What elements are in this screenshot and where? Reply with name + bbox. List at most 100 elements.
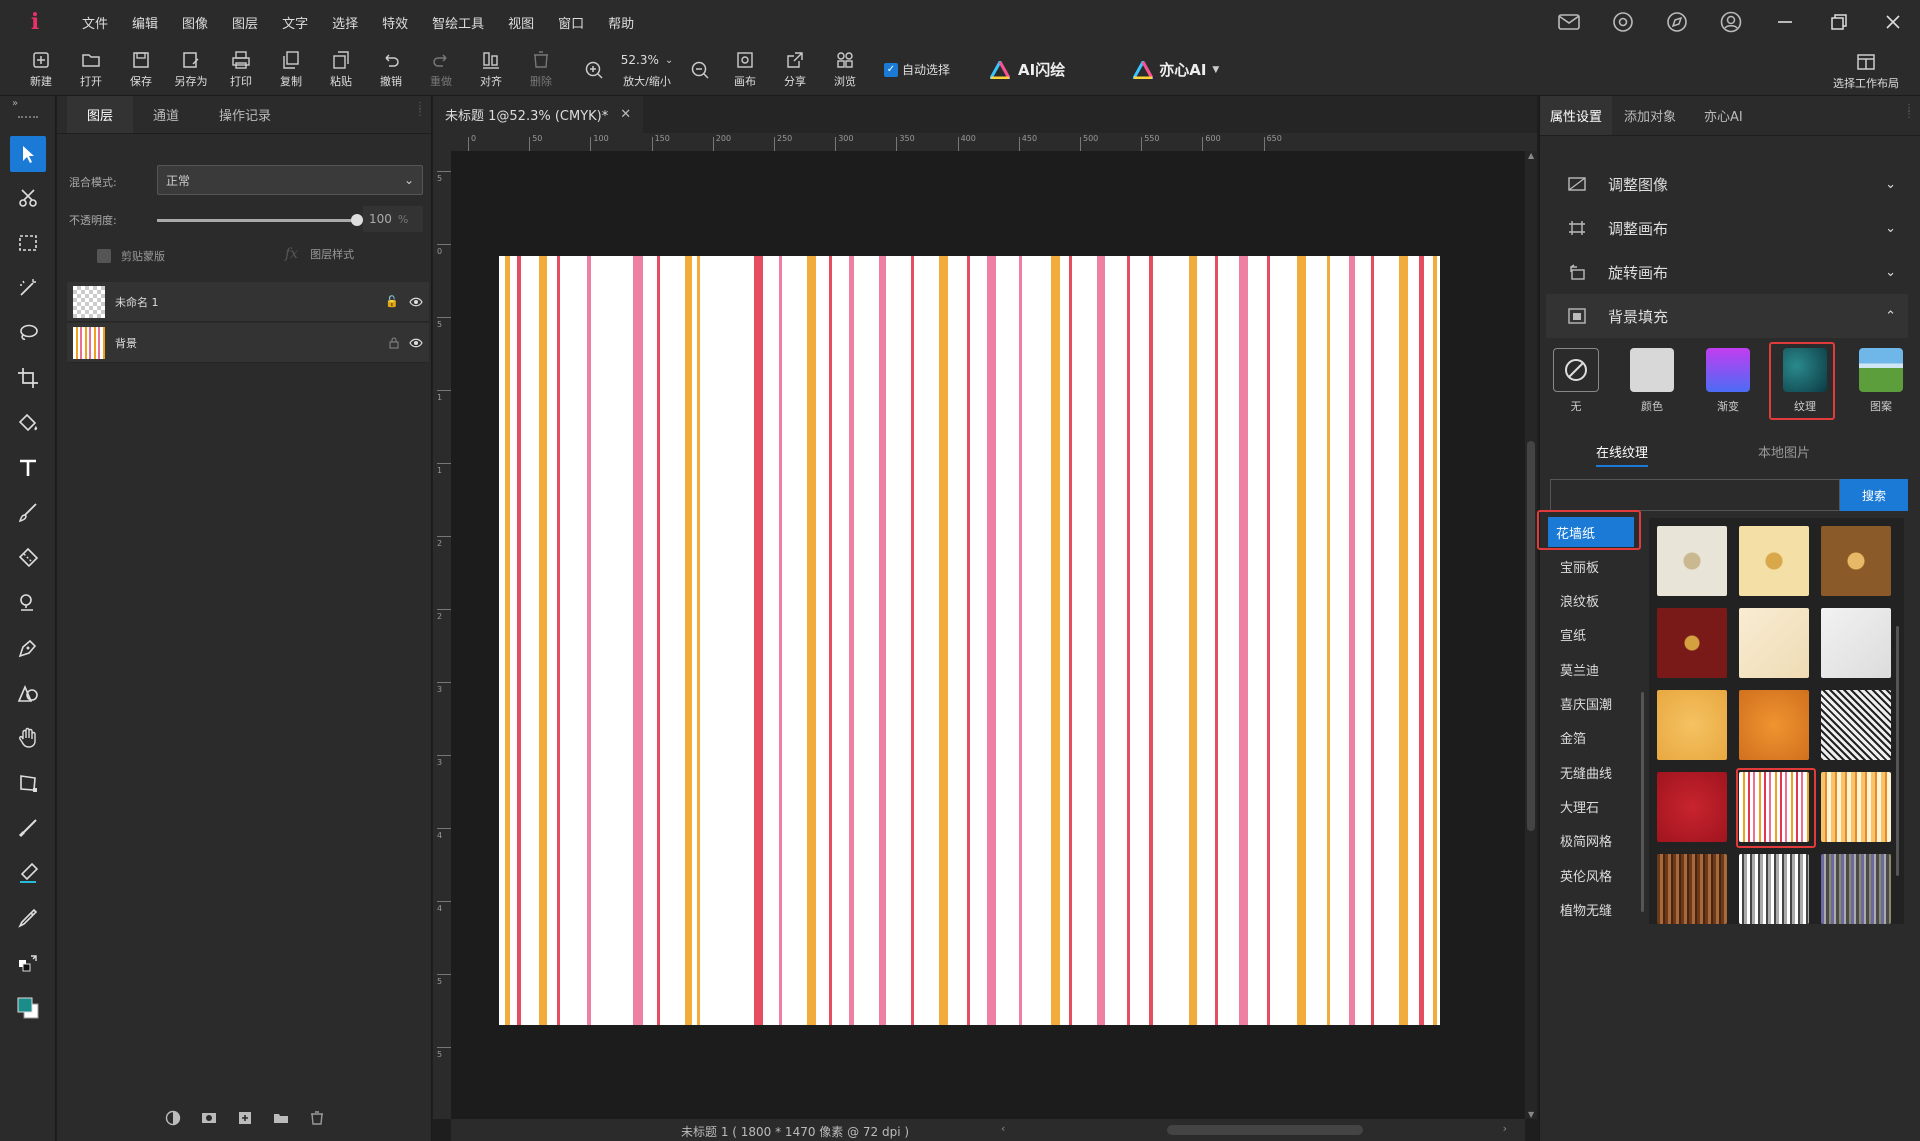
tab-layers[interactable]: 图层 (67, 96, 134, 133)
layer-row[interactable]: 未命名 1 🔓 (67, 282, 429, 322)
menu-item[interactable]: 帮助 (596, 13, 646, 32)
zoom-in-button[interactable] (574, 60, 614, 80)
zoom-out-button[interactable] (680, 60, 720, 80)
share-button[interactable]: 分享 (770, 50, 820, 89)
folder-icon[interactable] (273, 1110, 289, 1126)
align-button[interactable]: 对齐 (466, 50, 516, 89)
canvas-artwork[interactable] (499, 256, 1440, 1025)
delete-button[interactable]: 删除 (516, 50, 566, 89)
vertical-scrollbar[interactable]: ▲ ▼ (1525, 151, 1537, 1119)
paste-button[interactable]: 粘贴 (316, 50, 366, 89)
texture-thumbnail[interactable] (1739, 690, 1809, 760)
highlighter-tool-button[interactable] (10, 855, 46, 891)
horizontal-scrollbar-thumb[interactable] (1167, 1125, 1363, 1135)
fill-option-gradient[interactable]: 渐变 (1698, 348, 1758, 414)
vertical-scrollbar-thumb[interactable] (1527, 441, 1535, 831)
section-rotate-canvas[interactable]: 旋转画布 ⌄ (1546, 250, 1908, 294)
opacity-input[interactable]: 100 % (363, 206, 423, 232)
mail-icon[interactable] (1542, 14, 1596, 30)
section-adjust-canvas[interactable]: 调整画布 ⌄ (1546, 206, 1908, 250)
texture-category-item[interactable]: 宣纸 (1552, 620, 1642, 650)
texture-thumbnail[interactable] (1821, 854, 1891, 924)
fill-option-color[interactable]: 颜色 (1622, 348, 1682, 414)
scroll-left-icon[interactable]: ‹ (1001, 1122, 1005, 1135)
menu-item[interactable]: 视图 (496, 13, 546, 32)
fill-option-image[interactable]: 图案 (1851, 348, 1911, 414)
section-adjust-image[interactable]: 调整图像 ⌄ (1546, 162, 1908, 206)
scroll-right-icon[interactable]: › (1503, 1122, 1507, 1135)
new-button[interactable]: 新建 (16, 50, 66, 89)
texture-thumbnail[interactable] (1739, 608, 1809, 678)
redo-button[interactable]: 重做 (416, 50, 466, 89)
stamp-tool-button[interactable] (10, 585, 46, 621)
save-button[interactable]: 保存 (116, 50, 166, 89)
texture-thumbnail[interactable] (1821, 608, 1891, 678)
texture-category-item[interactable]: 大理石 (1552, 791, 1642, 821)
fill-option-none[interactable]: 无 (1546, 348, 1606, 414)
menu-item[interactable]: 文件 (70, 13, 120, 32)
text-tool-button[interactable] (10, 450, 46, 486)
section-background-fill[interactable]: 背景填充 ⌃ (1546, 294, 1908, 338)
print-button[interactable]: 打印 (216, 50, 266, 89)
shape-tool-button[interactable] (10, 675, 46, 711)
menu-item[interactable]: 智绘工具 (420, 13, 496, 32)
mask-icon[interactable] (201, 1110, 217, 1126)
eye-icon[interactable] (409, 338, 423, 348)
pen-tool-button[interactable] (10, 630, 46, 666)
menu-item[interactable]: 图像 (170, 13, 220, 32)
magic-wand-tool-button[interactable] (10, 270, 46, 306)
unlock-icon[interactable]: 🔓 (385, 295, 399, 308)
menu-item[interactable]: 编辑 (120, 13, 170, 32)
menu-item[interactable]: 特效 (370, 13, 420, 32)
subtab-local-image[interactable]: 本地图片 (1758, 442, 1810, 461)
swap-colors-button[interactable] (10, 945, 46, 981)
yixin-ai-button[interactable]: 亦心AI ▼ (1133, 59, 1219, 80)
lock-icon[interactable] (389, 337, 399, 349)
opacity-slider[interactable] (157, 214, 363, 226)
move-tool-button[interactable] (10, 136, 46, 172)
canvas-button[interactable]: 画布 (720, 50, 770, 89)
texture-category-item[interactable]: 极简网格 (1552, 826, 1642, 856)
crop-tool-button[interactable] (10, 360, 46, 396)
restore-icon[interactable] (1812, 13, 1866, 31)
marquee-tool-button[interactable] (10, 225, 46, 261)
settings-icon[interactable] (1596, 11, 1650, 33)
tab-yixin-ai[interactable]: 亦心AI (1688, 96, 1759, 135)
blend-mode-select[interactable]: 正常 ⌄ (157, 165, 423, 195)
close-icon[interactable] (1866, 13, 1920, 31)
layer-row[interactable]: 背景 (67, 323, 429, 363)
browse-button[interactable]: 浏览 (820, 50, 870, 89)
search-button[interactable]: 搜索 (1840, 479, 1908, 511)
menu-item[interactable]: 选择 (320, 13, 370, 32)
texture-thumbnail[interactable] (1657, 854, 1727, 924)
eyedropper-tool-button[interactable] (10, 900, 46, 936)
document-tab[interactable]: 未标题 1@52.3% (CMYK)* ✕ (433, 96, 644, 133)
new-layer-icon[interactable] (237, 1110, 253, 1126)
color-swatch[interactable] (10, 990, 46, 1026)
close-tab-icon[interactable]: ✕ (620, 107, 631, 122)
saveas-button[interactable]: 另存为 (166, 50, 216, 89)
layer-style-button[interactable]: fx 图层样式 (285, 246, 354, 262)
texture-category-item[interactable]: 植物无缝 (1552, 894, 1642, 924)
texture-thumbnail[interactable] (1821, 690, 1891, 760)
workspace-layout-button[interactable]: 选择工作布局 (1826, 52, 1906, 91)
texture-category-item[interactable]: 莫兰迪 (1552, 654, 1642, 684)
eye-icon[interactable] (409, 297, 423, 307)
canvas-area[interactable] (451, 151, 1525, 1119)
copy-button[interactable]: 复制 (266, 50, 316, 89)
auto-select-checkbox[interactable]: ✓ 自动选择 (884, 61, 950, 78)
scroll-up-icon[interactable]: ▲ (1528, 151, 1534, 160)
clipping-mask-button[interactable]: 剪贴蒙版 (97, 248, 165, 264)
texture-category-item[interactable]: 金箔 (1552, 723, 1642, 753)
open-button[interactable]: 打开 (66, 50, 116, 89)
texture-thumbnail[interactable] (1821, 526, 1891, 596)
tab-channels[interactable]: 通道 (133, 96, 199, 133)
subtab-online-texture[interactable]: 在线纹理 (1596, 442, 1649, 467)
opacity-slider-handle[interactable] (351, 214, 363, 226)
texture-thumbnail[interactable] (1739, 526, 1809, 596)
tab-history[interactable]: 操作记录 (199, 96, 291, 133)
smudge-tool-button[interactable] (10, 810, 46, 846)
texture-category-item[interactable]: 喜庆国潮 (1552, 689, 1642, 719)
chevron-down-icon[interactable]: ⌄ (665, 55, 673, 66)
eraser-tool-button[interactable] (10, 540, 46, 576)
